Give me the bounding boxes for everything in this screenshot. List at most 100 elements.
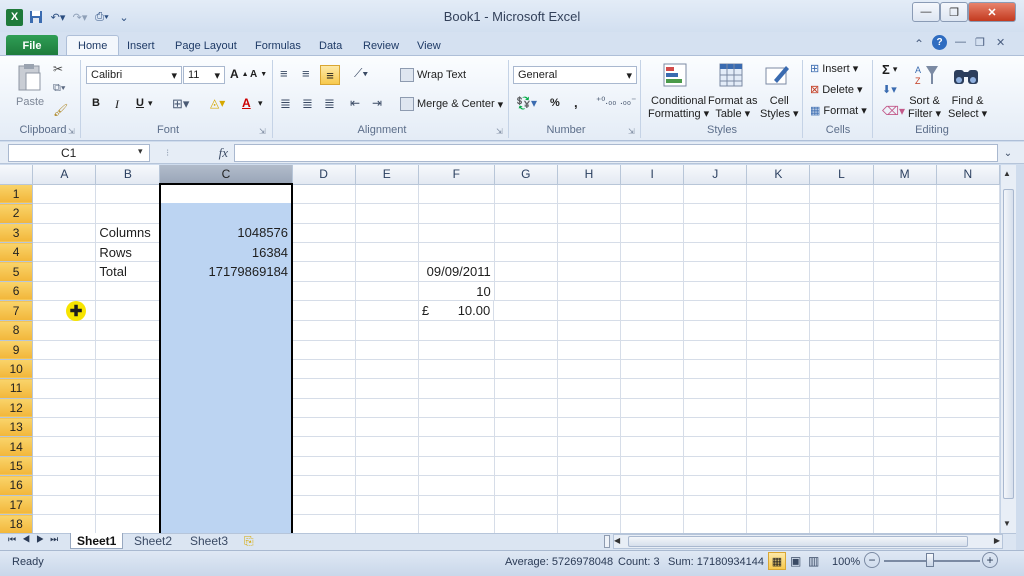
close-button[interactable]: ✕ [968, 2, 1016, 22]
cell-f1[interactable] [418, 184, 495, 205]
cell-m4[interactable] [873, 242, 937, 263]
cell-i8[interactable] [620, 320, 685, 341]
cell-g2[interactable] [494, 203, 558, 224]
cell-a7[interactable] [32, 300, 97, 322]
formula-bar-handle-icon[interactable]: ⁝ [166, 148, 169, 159]
cell-m5[interactable] [873, 261, 937, 282]
cell-j2[interactable] [683, 203, 748, 224]
cell-c16[interactable] [158, 475, 294, 496]
cell-m11[interactable] [873, 378, 937, 399]
cell-a15[interactable] [32, 456, 97, 477]
cell-h15[interactable] [557, 456, 622, 477]
zoom-out-icon[interactable]: − [864, 552, 880, 568]
cell-g15[interactable] [494, 456, 558, 477]
cell-n9[interactable] [936, 340, 1000, 360]
cell-e2[interactable] [355, 203, 419, 224]
cell-a16[interactable] [32, 475, 97, 496]
cell-n10[interactable] [936, 359, 1000, 380]
cell-h2[interactable] [557, 203, 622, 224]
cell-n8[interactable] [936, 320, 1000, 341]
cell-b6[interactable] [95, 281, 161, 302]
cell-e16[interactable] [355, 475, 419, 496]
cell-l14[interactable] [809, 436, 874, 457]
cell-i2[interactable] [620, 203, 685, 224]
cell-j17[interactable] [683, 495, 748, 516]
column-header-m[interactable]: M [873, 165, 937, 185]
font-launcher-icon[interactable]: ⇲ [259, 127, 266, 136]
font-color-dropdown-icon[interactable]: ▾ [258, 98, 263, 109]
font-color-button[interactable]: A [242, 96, 251, 110]
cell-l2[interactable] [809, 203, 874, 224]
tab-home[interactable]: Home [66, 35, 120, 56]
cell-n6[interactable] [936, 281, 1000, 302]
cell-d17[interactable] [292, 495, 356, 516]
cell-g5[interactable] [494, 261, 558, 282]
cell-h16[interactable] [557, 475, 622, 496]
cell-l8[interactable] [809, 320, 874, 341]
cell-m18[interactable] [873, 514, 937, 533]
zoom-in-icon[interactable]: + [982, 552, 998, 568]
cell-j6[interactable] [683, 281, 748, 302]
row-header[interactable]: 9 [0, 340, 34, 360]
clipboard-launcher-icon[interactable]: ⇲ [68, 127, 75, 136]
tab-insert[interactable]: Insert [116, 35, 166, 56]
cell-c18[interactable] [158, 514, 294, 533]
cell-f18[interactable] [418, 514, 495, 533]
format-as-table-button[interactable]: Format as Table ▾ [708, 95, 758, 121]
row-header[interactable]: 1 [0, 184, 34, 205]
cell-i15[interactable] [620, 456, 685, 477]
cell-h14[interactable] [557, 436, 622, 457]
column-header-f[interactable]: F [418, 165, 495, 185]
cell-k10[interactable] [746, 359, 811, 380]
cell-l16[interactable] [809, 475, 874, 496]
increase-indent-icon[interactable]: ⇥ [372, 96, 382, 110]
cell-n14[interactable] [936, 436, 1000, 457]
cell-i3[interactable] [620, 223, 685, 244]
help-icon[interactable]: ? [932, 35, 947, 50]
scroll-left-icon[interactable]: ◀ [614, 536, 620, 545]
cell-c15[interactable] [158, 456, 294, 477]
cell-h5[interactable] [557, 261, 622, 282]
cell-f3[interactable] [418, 223, 495, 244]
cell-a11[interactable] [32, 378, 97, 399]
cell-f16[interactable] [418, 475, 495, 496]
cell-g4[interactable] [494, 242, 558, 263]
page-layout-view-icon[interactable]: ▣ [790, 554, 801, 568]
cell-j11[interactable] [683, 378, 748, 399]
cell-e18[interactable] [355, 514, 419, 533]
cell-f17[interactable] [418, 495, 495, 516]
cell-c7[interactable] [158, 300, 294, 322]
cell-d7[interactable] [292, 300, 356, 322]
paste-button[interactable] [16, 63, 44, 96]
cell-n1[interactable] [936, 184, 1000, 205]
minimize-button[interactable]: — [912, 2, 940, 22]
cell-i11[interactable] [620, 378, 685, 399]
column-header-k[interactable]: K [746, 165, 811, 185]
cell-j18[interactable] [683, 514, 748, 533]
cell-l12[interactable] [809, 398, 874, 419]
cell-l15[interactable] [809, 456, 874, 477]
cell-e11[interactable] [355, 378, 419, 399]
cell-l4[interactable] [809, 242, 874, 263]
cell-m10[interactable] [873, 359, 937, 380]
cell-h6[interactable] [557, 281, 622, 302]
underline-dropdown-icon[interactable]: ▾ [148, 98, 153, 109]
underline-button[interactable]: U [136, 97, 144, 109]
cell-d3[interactable] [292, 223, 356, 244]
cell-a8[interactable] [32, 320, 97, 341]
column-header-j[interactable]: J [683, 165, 748, 185]
cell-b5[interactable]: Total [95, 261, 161, 282]
zoom-level[interactable]: 100% [832, 556, 860, 568]
cell-b12[interactable] [95, 398, 161, 419]
row-header[interactable]: 7 [0, 300, 34, 322]
row-header[interactable]: 15 [0, 456, 34, 477]
cell-h11[interactable] [557, 378, 622, 399]
cell-i4[interactable] [620, 242, 685, 263]
cell-styles-button[interactable]: Cell Styles ▾ [760, 95, 799, 121]
cell-h12[interactable] [557, 398, 622, 419]
accounting-format-icon[interactable]: 💱▾ [516, 96, 537, 110]
cell-j9[interactable] [683, 340, 748, 360]
cell-g6[interactable] [494, 281, 558, 302]
decrease-decimal-icon[interactable]: .₀₀⁻ [620, 96, 636, 107]
cell-i1[interactable] [620, 184, 685, 205]
